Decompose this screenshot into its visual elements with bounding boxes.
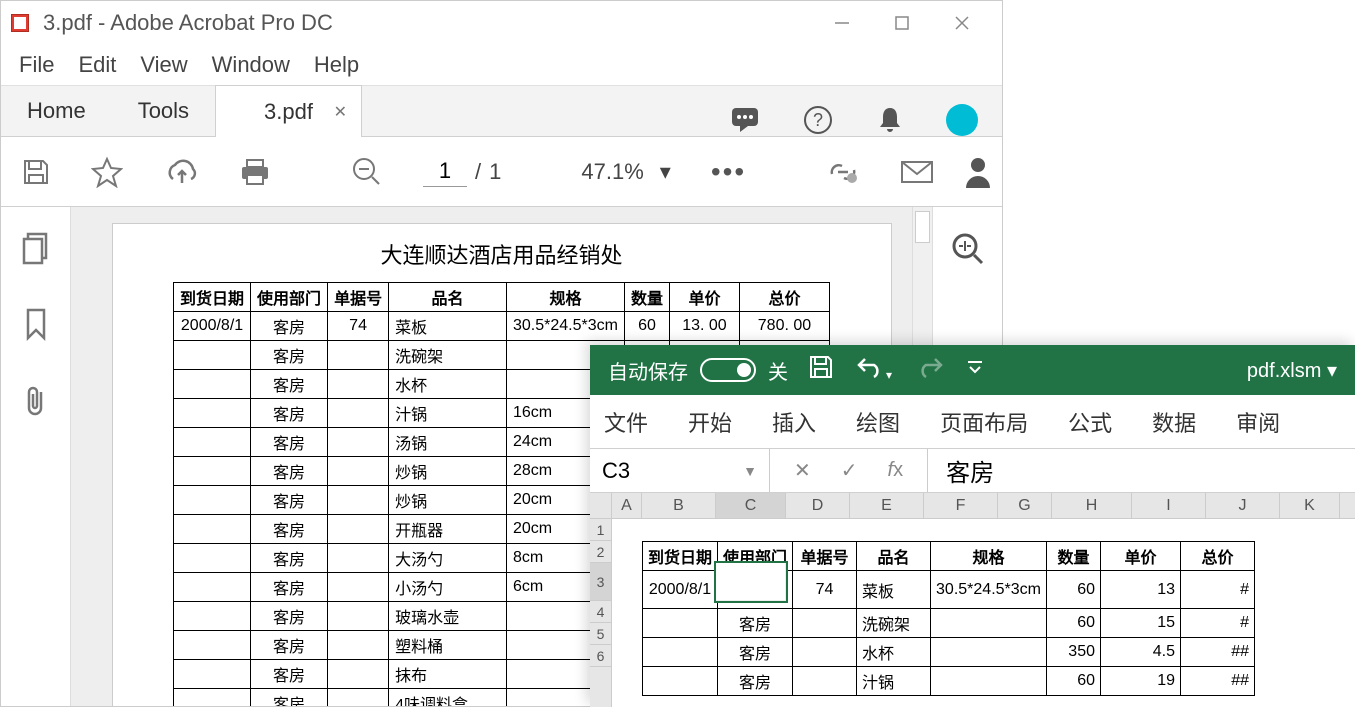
fx-icon[interactable]: fx: [888, 459, 904, 482]
autosave-state: 关: [768, 356, 788, 385]
page-navigator: / 1: [423, 156, 501, 187]
menu-edit[interactable]: Edit: [66, 48, 128, 82]
attachment-panel-icon[interactable]: [18, 383, 54, 419]
ribbon-draw[interactable]: 绘图: [856, 406, 900, 438]
menu-view[interactable]: View: [128, 48, 199, 82]
avatar-icon[interactable]: [946, 104, 978, 136]
tab-document[interactable]: 3.pdf ✕: [215, 85, 362, 137]
tab-document-label: 3.pdf: [264, 99, 313, 125]
ribbon-insert[interactable]: 插入: [772, 406, 816, 438]
qat-customize-icon[interactable]: [966, 358, 984, 382]
link-icon[interactable]: [826, 154, 860, 190]
ribbon-file[interactable]: 文件: [604, 406, 648, 438]
excel-grid[interactable]: 123456 ABCDEFGHIJK 到货日期使用部门单据号品名规格数量单价总价…: [590, 493, 1355, 707]
formula-bar: C3▼ ✕ ✓ fx 客房: [590, 449, 1355, 493]
menu-help[interactable]: Help: [302, 48, 371, 82]
help-icon[interactable]: ?: [802, 104, 834, 136]
tab-bar: Home Tools 3.pdf ✕ ?: [1, 85, 1002, 137]
ribbon-home[interactable]: 开始: [688, 406, 732, 438]
chevron-down-icon: ▼: [743, 463, 757, 479]
zoom-value: 47.1%: [581, 159, 643, 185]
svg-text:?: ?: [813, 110, 823, 130]
zoom-tool-icon[interactable]: [950, 231, 986, 267]
autosave-toggle[interactable]: 自动保存 关: [608, 356, 788, 385]
close-button[interactable]: [932, 1, 992, 45]
doc-title: 大连顺达酒店用品经销处: [113, 238, 891, 270]
toolbar: / 1 47.1% ▾ •••: [1, 137, 1002, 207]
page-total: 1: [489, 159, 501, 185]
zoom-dropdown[interactable]: 47.1% ▾: [581, 159, 670, 185]
zoom-out-icon[interactable]: [351, 154, 383, 190]
formula-value[interactable]: 客房: [928, 453, 1012, 488]
comment-icon[interactable]: [730, 104, 762, 136]
redo-icon[interactable]: [914, 355, 944, 385]
toggle-pill: [700, 358, 756, 382]
cloud-upload-icon[interactable]: [163, 154, 199, 190]
excel-save-icon[interactable]: [808, 354, 834, 386]
tab-tools[interactable]: Tools: [112, 86, 215, 136]
page-current-input[interactable]: [423, 156, 467, 187]
left-sidebar: [1, 207, 71, 706]
selected-cell[interactable]: [716, 563, 786, 601]
accept-formula-icon[interactable]: ✓: [841, 458, 858, 483]
maximize-button[interactable]: [872, 1, 932, 45]
ribbon-review[interactable]: 审阅: [1236, 406, 1280, 438]
excel-window: 自动保存 关 ▾ pdf.xlsm ▾ 文件 开始 插入 绘图 页面布局 公式 …: [590, 345, 1355, 707]
pdf-file-icon: [11, 14, 29, 32]
excel-ribbon: 文件 开始 插入 绘图 页面布局 公式 数据 审阅: [590, 395, 1355, 449]
star-icon[interactable]: [91, 154, 123, 190]
name-box[interactable]: C3▼: [590, 449, 770, 492]
chevron-down-icon: ▾: [660, 159, 671, 185]
bookmark-panel-icon[interactable]: [18, 307, 54, 343]
menubar: File Edit View Window Help: [1, 45, 1002, 85]
menu-window[interactable]: Window: [200, 48, 302, 82]
col-headers: ABCDEFGHIJK: [612, 493, 1355, 519]
tab-home[interactable]: Home: [1, 86, 112, 136]
autosave-label: 自动保存: [608, 356, 688, 385]
excel-filename[interactable]: pdf.xlsm ▾: [1247, 358, 1337, 383]
page-separator: /: [475, 159, 481, 185]
bell-icon[interactable]: [874, 104, 906, 136]
user-icon[interactable]: [964, 154, 992, 190]
minimize-button[interactable]: [812, 1, 872, 45]
print-icon[interactable]: [239, 154, 271, 190]
pages-panel-icon[interactable]: [18, 231, 54, 267]
undo-icon[interactable]: ▾: [856, 355, 892, 385]
cancel-formula-icon[interactable]: ✕: [794, 458, 811, 483]
close-tab-icon[interactable]: ✕: [334, 102, 347, 122]
titlebar: 3.pdf - Adobe Acrobat Pro DC: [1, 1, 1002, 45]
save-icon[interactable]: [21, 154, 51, 190]
ribbon-layout[interactable]: 页面布局: [940, 406, 1028, 438]
ribbon-data[interactable]: 数据: [1152, 406, 1196, 438]
row-headers: 123456: [590, 493, 612, 707]
excel-titlebar: 自动保存 关 ▾ pdf.xlsm ▾: [590, 345, 1355, 395]
ribbon-formulas[interactable]: 公式: [1068, 406, 1112, 438]
mail-icon[interactable]: [900, 154, 934, 190]
window-title: 3.pdf - Adobe Acrobat Pro DC: [43, 10, 333, 36]
menu-file[interactable]: File: [7, 48, 66, 82]
more-icon[interactable]: •••: [711, 156, 746, 188]
